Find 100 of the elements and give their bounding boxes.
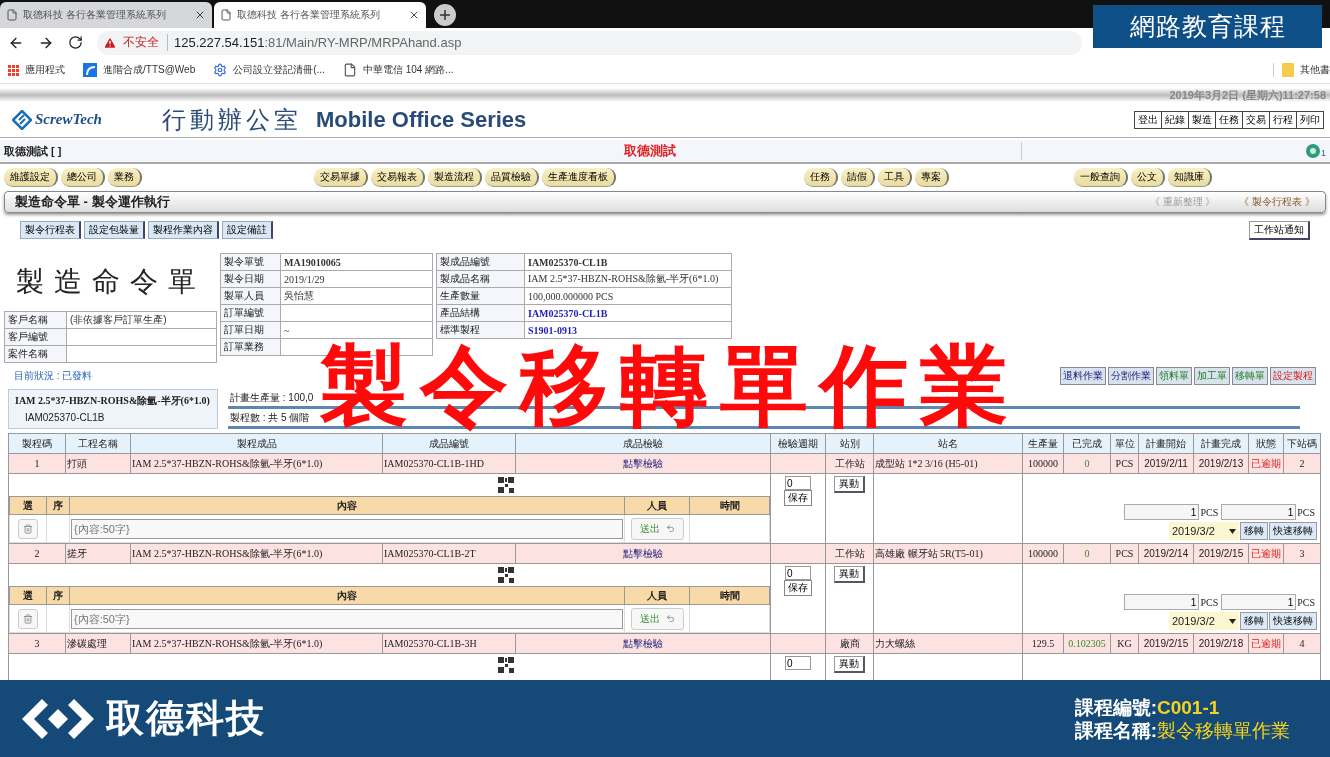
tool-button[interactable]: 製程作業內容	[148, 221, 219, 239]
menu-button[interactable]: 一般查詢	[1074, 167, 1128, 187]
nav-button[interactable]: 列印	[1296, 110, 1324, 129]
cycle-input[interactable]: 0	[785, 566, 811, 580]
bookmark[interactable]: 中華電信 104 網路...	[342, 63, 454, 77]
cycle-input[interactable]: 0	[785, 656, 811, 670]
station-notice-button[interactable]: 工作站通知	[1249, 220, 1310, 240]
action-button[interactable]: 加工單	[1194, 367, 1230, 385]
quantity-input[interactable]: 1	[1221, 594, 1297, 610]
quantity-input[interactable]: 1	[1221, 504, 1297, 520]
product-name: IAM 2.5*37-HBZN-ROHS&除氫-半牙(6*1.0)	[15, 394, 211, 408]
field-value: 2019/1/29	[280, 270, 433, 288]
column-header: 站名	[873, 433, 1023, 454]
save-button[interactable]: 保存	[784, 490, 812, 506]
menu-button[interactable]: 交易報表	[371, 167, 425, 187]
note-header: 人員	[624, 586, 690, 605]
menu-button[interactable]: 公文	[1131, 167, 1165, 187]
menu-button[interactable]: 專案	[915, 167, 949, 187]
date-select[interactable]: 2019/3/2	[1169, 522, 1239, 540]
move-button[interactable]: 移轉	[1240, 612, 1268, 630]
nav-button[interactable]: 紀錄	[1161, 110, 1189, 129]
action-button[interactable]: 分割作業	[1108, 367, 1154, 385]
nav-button[interactable]: 登出	[1134, 110, 1162, 129]
tool-button[interactable]: 設定備註	[222, 221, 273, 239]
note-header: 時間	[689, 586, 770, 605]
field-link[interactable]: S1901-0913	[524, 321, 732, 339]
company-logo-icon	[20, 696, 96, 741]
column-header: 成品編號	[382, 433, 516, 454]
menu-button[interactable]: 工具	[878, 167, 912, 187]
action-button[interactable]: 移轉單	[1232, 367, 1268, 385]
quick-move-button[interactable]: 快速移轉	[1269, 522, 1317, 540]
action-button[interactable]: 領料單	[1156, 367, 1192, 385]
send-button[interactable]: 送出	[630, 517, 684, 540]
logo-icon	[12, 109, 32, 130]
menu-button[interactable]: 任務	[804, 167, 838, 187]
warning-icon	[103, 35, 117, 50]
action-button[interactable]: 退料作業	[1060, 367, 1106, 385]
action-button[interactable]: 設定製程	[1270, 367, 1316, 385]
change-button[interactable]: 異動	[834, 656, 865, 673]
unit-label: PCS	[1200, 596, 1219, 608]
url-text: 125.227.54.151:81/Main/RY-MRP/MRPAhand.asp	[174, 35, 462, 50]
note-input[interactable]: {內容:50字}	[71, 518, 623, 539]
reload-icon[interactable]	[68, 35, 83, 50]
browser-tab[interactable]: 取德科技 各行各業管理系統系列	[214, 2, 426, 28]
bookmark[interactable]: 公司設立登記清冊(...	[213, 63, 325, 77]
quantity-input[interactable]: 1	[1124, 504, 1200, 520]
quick-move-button[interactable]: 快速移轉	[1269, 612, 1317, 630]
field-label: 製令單號	[220, 253, 281, 271]
close-icon[interactable]	[408, 9, 420, 21]
tool-button[interactable]: 設定包裝量	[84, 221, 145, 239]
close-icon[interactable]	[194, 9, 206, 21]
menu-button[interactable]: 交易單據	[314, 167, 368, 187]
address-field[interactable]: 不安全 125.227.54.151:81/Main/RY-MRP/MRPAhand.asp	[97, 30, 1082, 55]
table-cell: 3	[8, 633, 66, 654]
column-header: 製程成品	[130, 433, 383, 454]
note-input[interactable]: {內容:50字}	[71, 608, 623, 629]
quantity-input[interactable]: 1	[1124, 594, 1200, 610]
section-link[interactable]: 《 製令行程表 》	[1239, 195, 1315, 209]
column-header: 生產量	[1022, 433, 1064, 454]
menu-button[interactable]: 知識庫	[1168, 167, 1212, 187]
field-value: (非依據客戶訂單生產)	[66, 311, 217, 329]
menu-button[interactable]: 製造流程	[428, 167, 482, 187]
nav-button[interactable]: 交易	[1242, 110, 1270, 129]
move-button[interactable]: 移轉	[1240, 522, 1268, 540]
field-value: 吳怡慧	[280, 287, 433, 305]
date-select[interactable]: 2019/3/2	[1169, 612, 1239, 630]
table-cell: 2	[8, 543, 66, 564]
status-text: 目前狀況 : 已發料	[14, 369, 93, 383]
avatar-icon[interactable]	[1306, 144, 1320, 158]
browser-tab[interactable]: 取德科技 各行各業管理系統系列	[0, 2, 212, 28]
summary-stat: 製程數 : 共 5 個階	[230, 411, 310, 425]
menu-button[interactable]: 維護設定	[4, 167, 58, 187]
menu-button[interactable]: 生產進度看板	[542, 167, 616, 187]
bookmark[interactable]: 進階合成/TTS@Web	[83, 63, 196, 77]
field-value: ~	[280, 321, 433, 339]
nav-button[interactable]: 任務	[1215, 110, 1243, 129]
change-button[interactable]: 異動	[834, 566, 865, 583]
new-tab-button[interactable]	[434, 4, 456, 26]
send-button[interactable]: 送出	[630, 607, 684, 630]
unit-label: PCS	[1297, 596, 1315, 608]
menu-button[interactable]: 業務	[108, 167, 142, 187]
other-bookmarks[interactable]: 其他書	[1273, 63, 1330, 77]
nav-button[interactable]: 行程	[1269, 110, 1297, 129]
field-link[interactable]: IAM025370-CL1B	[524, 304, 732, 322]
menu-button[interactable]: 請假	[841, 167, 875, 187]
bookmark[interactable]: 應用程式	[8, 63, 65, 77]
menu-button[interactable]: 總公司	[61, 167, 105, 187]
qr-code-icon[interactable]	[498, 657, 514, 673]
page-icon	[342, 63, 357, 77]
save-button[interactable]: 保存	[784, 580, 812, 596]
tool-button[interactable]: 製令行程表	[20, 221, 81, 239]
qr-code-icon[interactable]	[498, 477, 514, 493]
menu-button[interactable]: 品質檢驗	[485, 167, 539, 187]
logo-text: ScrewTech	[35, 111, 102, 128]
change-button[interactable]: 異動	[834, 476, 865, 493]
trash-icon	[23, 613, 33, 624]
qr-code-icon[interactable]	[498, 567, 514, 583]
cycle-input[interactable]: 0	[785, 476, 811, 490]
apps-grid-icon	[8, 64, 19, 76]
nav-button[interactable]: 製造	[1188, 110, 1216, 129]
